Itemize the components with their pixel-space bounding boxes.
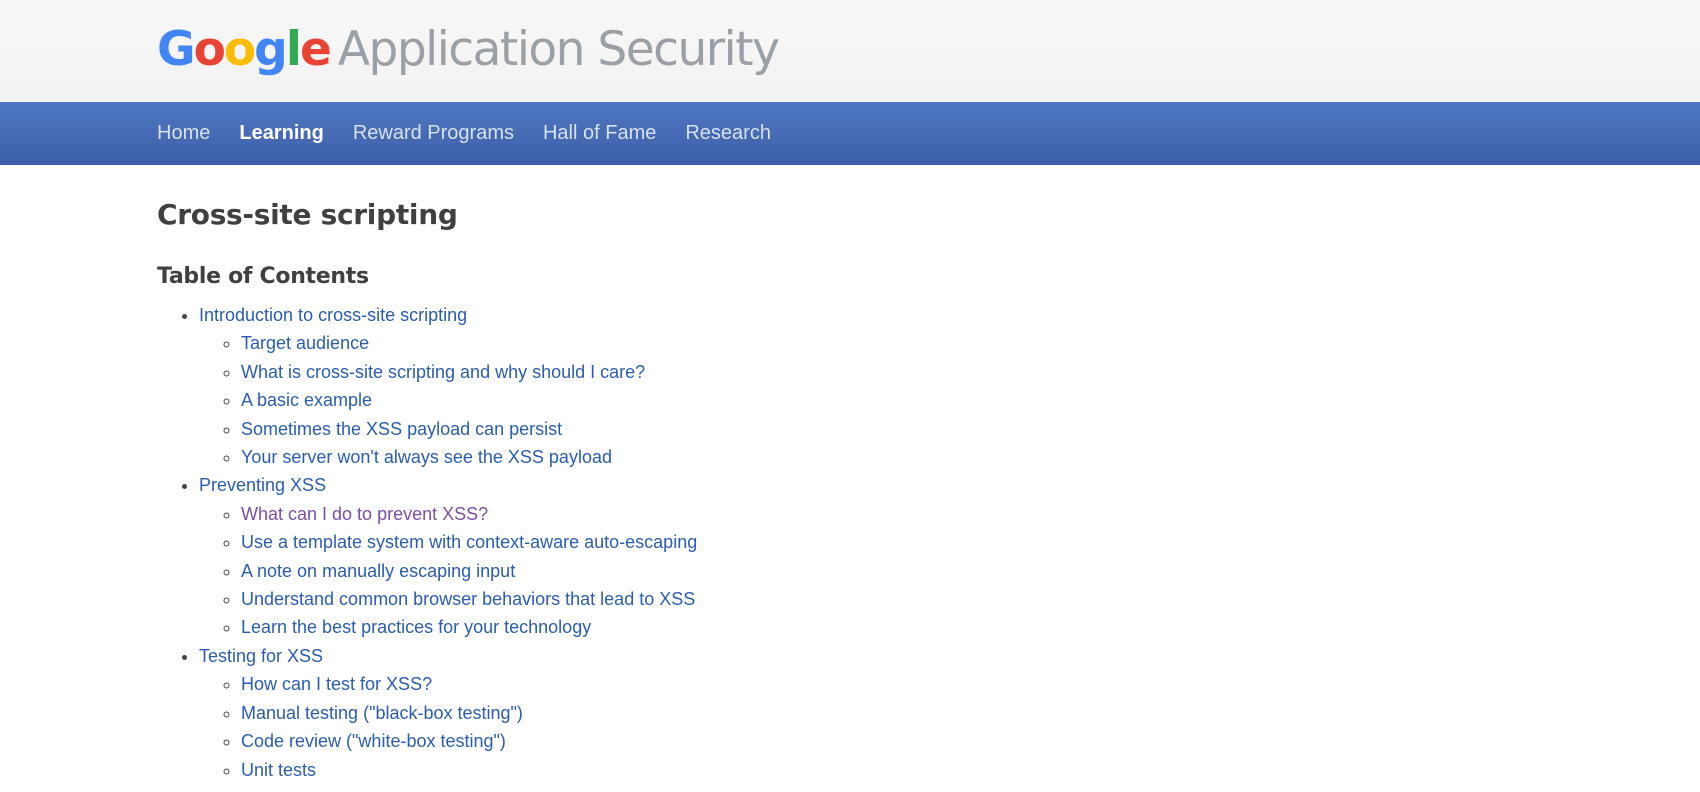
toc-item: A basic example xyxy=(241,386,697,414)
toc-item: Understand common browser behaviors that… xyxy=(241,585,697,613)
nav-reward-programs[interactable]: Reward Programs xyxy=(353,122,514,144)
nav-learning[interactable]: Learning xyxy=(239,122,323,144)
main-content: Cross-site scripting Table of Contents I… xyxy=(157,198,697,784)
nav-list: Home Learning Reward Programs Hall of Fa… xyxy=(157,102,800,165)
toc-item: Manual testing ("black-box testing") xyxy=(241,699,697,727)
google-application-security-logo[interactable]: Google Application Security xyxy=(157,22,780,77)
table-of-contents: Introduction to cross-site scripting Tar… xyxy=(157,301,697,784)
page-title: Cross-site scripting xyxy=(157,198,458,231)
masthead: Google Application Security xyxy=(0,0,1700,102)
toc-item: Learn the best practices for your techno… xyxy=(241,613,697,641)
nav-hall-of-fame[interactable]: Hall of Fame xyxy=(543,122,656,144)
toc-link[interactable]: What is cross-site scripting and why sho… xyxy=(241,362,645,382)
toc-item: Your server won't always see the XSS pay… xyxy=(241,443,697,471)
toc-link[interactable]: How can I test for XSS? xyxy=(241,674,432,694)
toc-link[interactable]: Target audience xyxy=(241,333,369,353)
toc-link[interactable]: Unit tests xyxy=(241,760,316,780)
toc-item: Sometimes the XSS payload can persist xyxy=(241,415,697,443)
toc-link-testing-xss[interactable]: Testing for XSS xyxy=(199,646,323,666)
toc-item: How can I test for XSS? xyxy=(241,670,697,698)
toc-link[interactable]: Sometimes the XSS payload can persist xyxy=(241,419,562,439)
toc-link[interactable]: Learn the best practices for your techno… xyxy=(241,617,591,637)
toc-item: A note on manually escaping input xyxy=(241,557,697,585)
toc-item: What can I do to prevent XSS? xyxy=(241,500,697,528)
toc-item: Code review ("white-box testing") xyxy=(241,727,697,755)
toc-heading: Table of Contents xyxy=(157,264,369,289)
nav-research[interactable]: Research xyxy=(685,122,771,144)
toc-item: Use a template system with context-aware… xyxy=(241,528,697,556)
toc-link-preventing-xss[interactable]: Preventing XSS xyxy=(199,475,326,495)
toc-link[interactable]: A note on manually escaping input xyxy=(241,561,515,581)
toc-section: Testing for XSS How can I test for XSS? … xyxy=(199,642,697,784)
toc-link-visited[interactable]: What can I do to prevent XSS? xyxy=(241,504,488,524)
toc-link[interactable]: A basic example xyxy=(241,390,372,410)
toc-link[interactable]: Code review ("white-box testing") xyxy=(241,731,506,751)
toc-item: What is cross-site scripting and why sho… xyxy=(241,358,697,386)
toc-section: Introduction to cross-site scripting Tar… xyxy=(199,301,697,471)
nav-home[interactable]: Home xyxy=(157,122,210,144)
toc-link[interactable]: Understand common browser behaviors that… xyxy=(241,589,695,609)
toc-item: Target audience xyxy=(241,329,697,357)
product-name: Application Security xyxy=(337,22,780,77)
google-wordmark: Google xyxy=(157,22,332,77)
toc-link-introduction[interactable]: Introduction to cross-site scripting xyxy=(199,305,467,325)
toc-link[interactable]: Your server won't always see the XSS pay… xyxy=(241,447,612,467)
main-navigation: Home Learning Reward Programs Hall of Fa… xyxy=(0,102,1700,165)
toc-link[interactable]: Manual testing ("black-box testing") xyxy=(241,703,523,723)
toc-item: Unit tests xyxy=(241,756,697,784)
toc-link[interactable]: Use a template system with context-aware… xyxy=(241,532,697,552)
toc-section: Preventing XSS What can I do to prevent … xyxy=(199,471,697,641)
